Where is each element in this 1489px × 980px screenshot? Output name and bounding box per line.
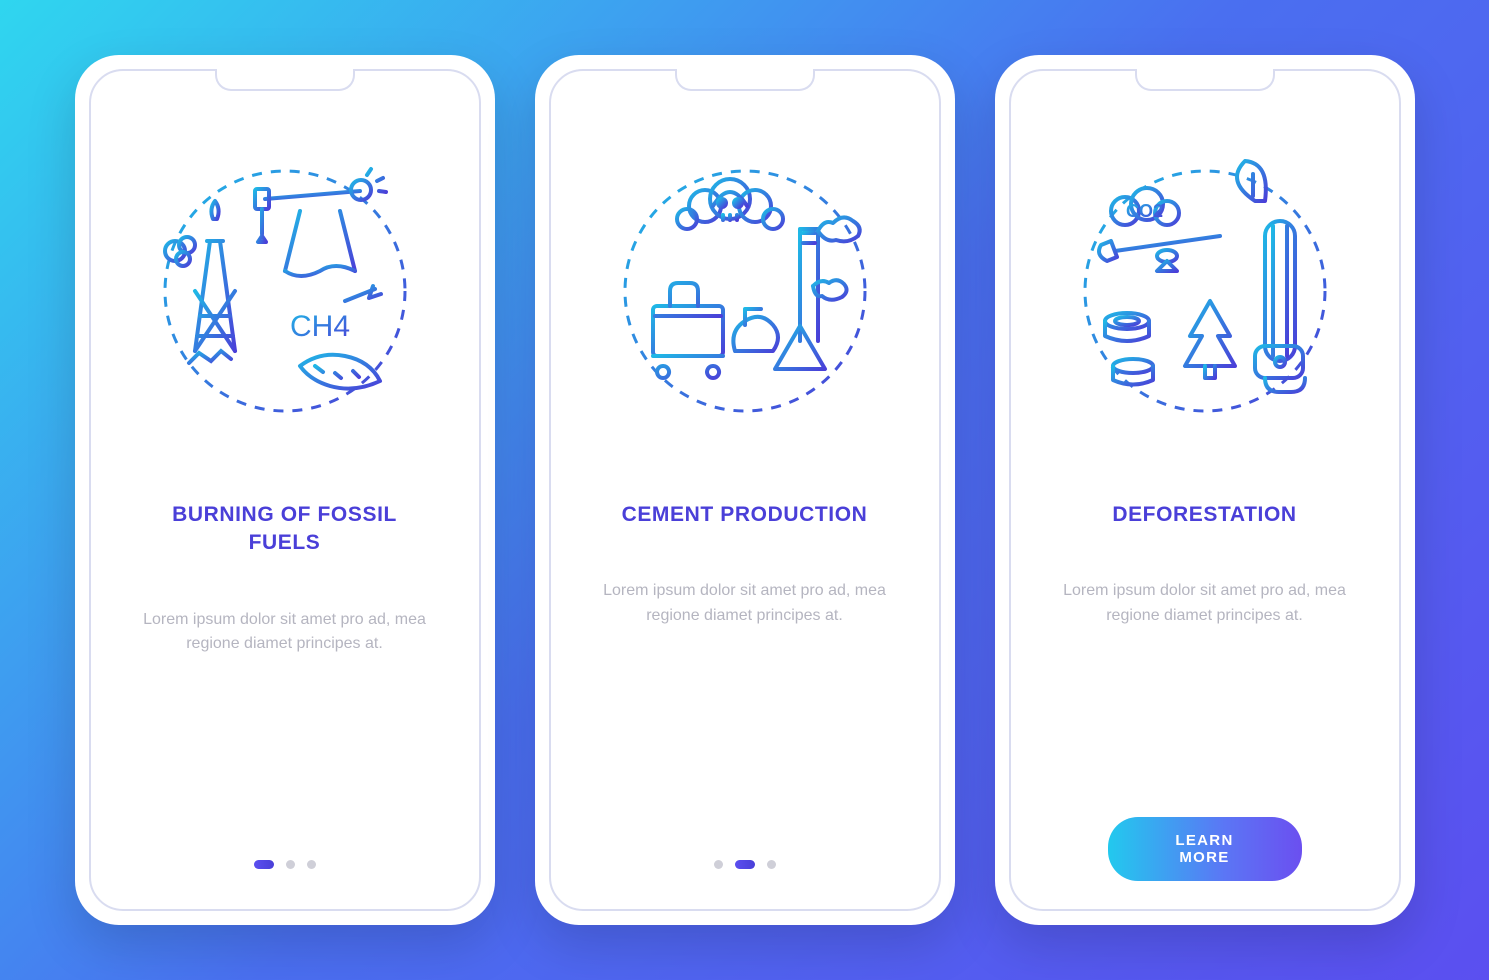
screen-inner: CH4 BURNING OF FOSSIL FUELS Lorem ipsum … bbox=[89, 69, 481, 911]
dot[interactable] bbox=[714, 860, 723, 869]
screen-title: CEMENT PRODUCTION bbox=[622, 501, 868, 529]
co2-label: CO2 bbox=[1126, 201, 1163, 221]
phone-notch bbox=[215, 69, 355, 91]
ch4-label: CH4 bbox=[290, 310, 350, 343]
learn-more-button[interactable]: LEARN MORE bbox=[1108, 817, 1302, 881]
screen-description: Lorem ipsum dolor sit amet pro ad, mea r… bbox=[135, 608, 435, 658]
page-indicator[interactable] bbox=[714, 860, 776, 869]
phone-notch bbox=[675, 69, 815, 91]
dot[interactable] bbox=[307, 860, 316, 869]
dot[interactable] bbox=[254, 860, 274, 869]
screen-inner: CEMENT PRODUCTION Lorem ipsum dolor sit … bbox=[549, 69, 941, 911]
screen-title: BURNING OF FOSSIL FUELS bbox=[155, 501, 415, 558]
dot[interactable] bbox=[735, 860, 755, 869]
cement-production-icon bbox=[595, 141, 895, 441]
phone-notch bbox=[1135, 69, 1275, 91]
screen-description: Lorem ipsum dolor sit amet pro ad, mea r… bbox=[595, 579, 895, 629]
dot[interactable] bbox=[767, 860, 776, 869]
dot[interactable] bbox=[286, 860, 295, 869]
onboarding-screen: CEMENT PRODUCTION Lorem ipsum dolor sit … bbox=[535, 55, 955, 925]
fossil-fuels-icon: CH4 bbox=[135, 141, 435, 441]
screen-description: Lorem ipsum dolor sit amet pro ad, mea r… bbox=[1055, 579, 1355, 629]
screen-inner: CO2 bbox=[1009, 69, 1401, 911]
onboarding-screen: CO2 bbox=[995, 55, 1415, 925]
deforestation-icon: CO2 bbox=[1055, 141, 1355, 441]
screen-title: DEFORESTATION bbox=[1112, 501, 1296, 529]
page-indicator[interactable] bbox=[254, 860, 316, 869]
onboarding-screen: CH4 BURNING OF FOSSIL FUELS Lorem ipsum … bbox=[75, 55, 495, 925]
